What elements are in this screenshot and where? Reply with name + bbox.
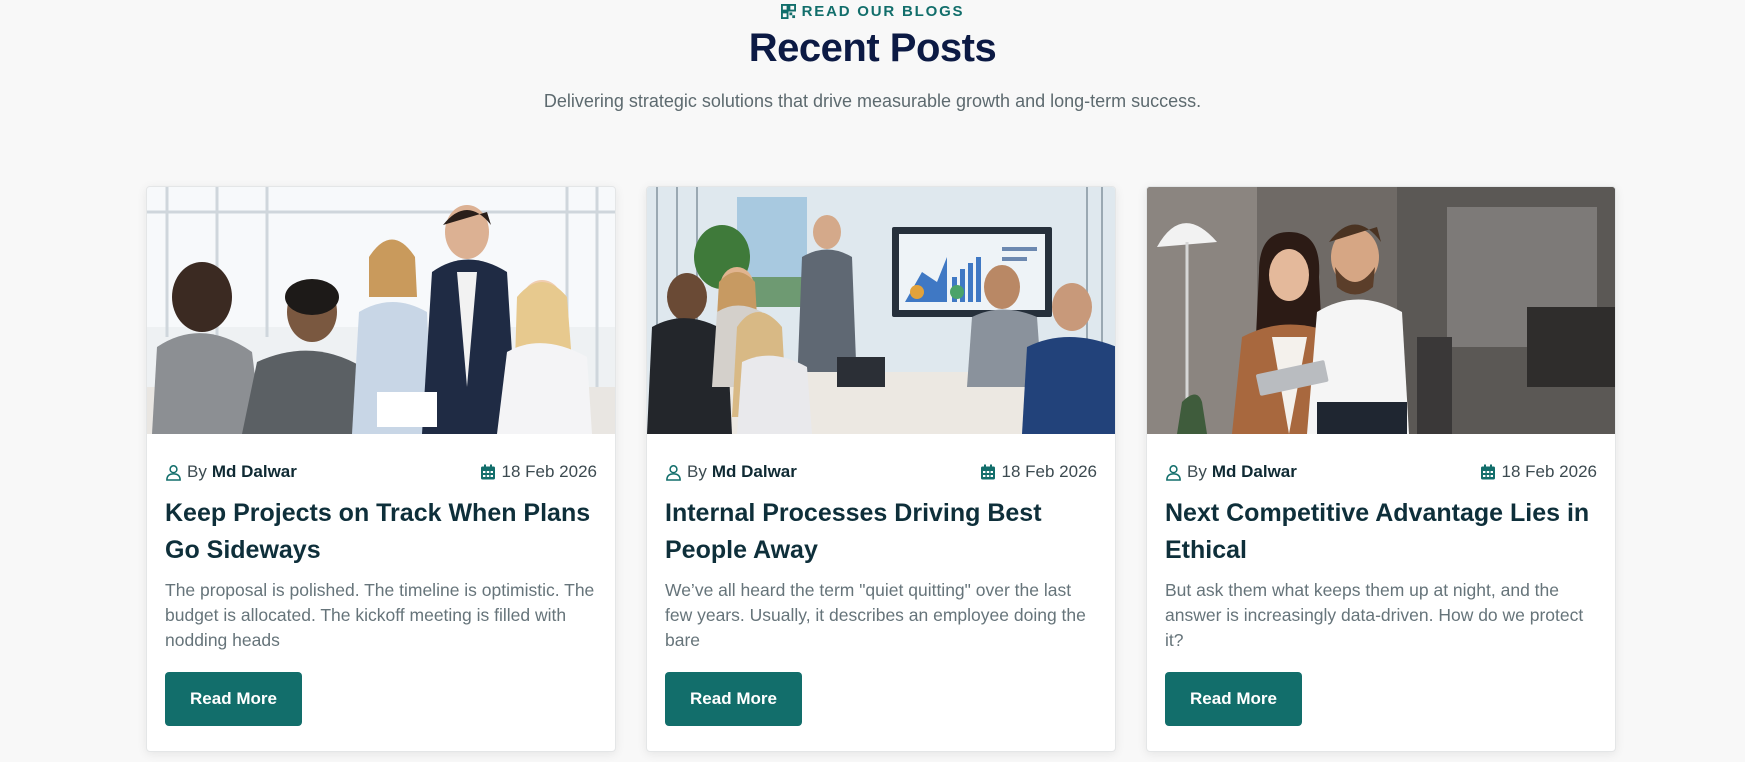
post-image[interactable] (1147, 187, 1615, 434)
section-title: Recent Posts (748, 26, 997, 70)
post-title[interactable]: Next Competitive Advantage Lies in Ethic… (1165, 495, 1597, 569)
post-image[interactable] (147, 187, 615, 434)
user-icon (665, 464, 682, 481)
read-more-button[interactable]: Read More (665, 672, 802, 726)
eyebrow-label: READ OUR BLOGS (801, 3, 965, 20)
author-name: Md Dalwar (211, 462, 297, 481)
date-text: 18 Feb 2026 (1501, 462, 1597, 481)
post-meta: By Md Dalwar 18 Feb 2026 (665, 462, 1097, 482)
post-date: 18 Feb 2026 (1480, 462, 1597, 482)
post-title[interactable]: Keep Projects on Track When Plans Go Sid… (165, 495, 597, 569)
post-date: 18 Feb 2026 (980, 462, 1097, 482)
post-title[interactable]: Internal Processes Driving Best People A… (665, 495, 1097, 569)
date-text: 18 Feb 2026 (501, 462, 597, 481)
post-author: By Md Dalwar (1165, 462, 1297, 482)
post-excerpt: We’ve all heard the term "quiet quitting… (665, 580, 1086, 650)
section-subtitle: Delivering strategic solutions that driv… (543, 91, 1202, 111)
post-author: By Md Dalwar (665, 462, 797, 482)
author-name: Md Dalwar (711, 462, 797, 481)
user-icon (1165, 464, 1182, 481)
team-meeting-photo-icon (147, 187, 615, 434)
post-excerpt: The proposal is polished. The timeline i… (165, 580, 595, 650)
post-author: By Md Dalwar (165, 462, 297, 482)
calendar-icon (980, 464, 997, 481)
post-image[interactable] (647, 187, 1115, 434)
eyebrow: READ OUR BLOGS (0, 3, 1745, 20)
calendar-icon (1480, 464, 1497, 481)
by-label: By (187, 462, 207, 481)
by-label: By (687, 462, 707, 481)
grid-icon (780, 4, 796, 19)
date-text: 18 Feb 2026 (1001, 462, 1097, 481)
post-card: By Md Dalwar 18 Feb 2026 Keep Projects o… (146, 186, 616, 752)
by-label: By (1187, 462, 1207, 481)
user-icon (165, 464, 182, 481)
post-card: By Md Dalwar 18 Feb 2026 Internal Proces… (646, 186, 1116, 752)
presentation-meeting-photo-icon (647, 187, 1115, 434)
post-meta: By Md Dalwar 18 Feb 2026 (165, 462, 597, 482)
post-date: 18 Feb 2026 (480, 462, 597, 482)
post-excerpt: But ask them what keeps them up at night… (1165, 580, 1584, 650)
read-more-button[interactable]: Read More (1165, 672, 1302, 726)
read-more-button[interactable]: Read More (165, 672, 302, 726)
calendar-icon (480, 464, 497, 481)
post-meta: By Md Dalwar 18 Feb 2026 (1165, 462, 1597, 482)
post-card: By Md Dalwar 18 Feb 2026 Next Competitiv… (1146, 186, 1616, 752)
two-colleagues-tablet-photo-icon (1147, 187, 1615, 434)
author-name: Md Dalwar (1211, 462, 1297, 481)
